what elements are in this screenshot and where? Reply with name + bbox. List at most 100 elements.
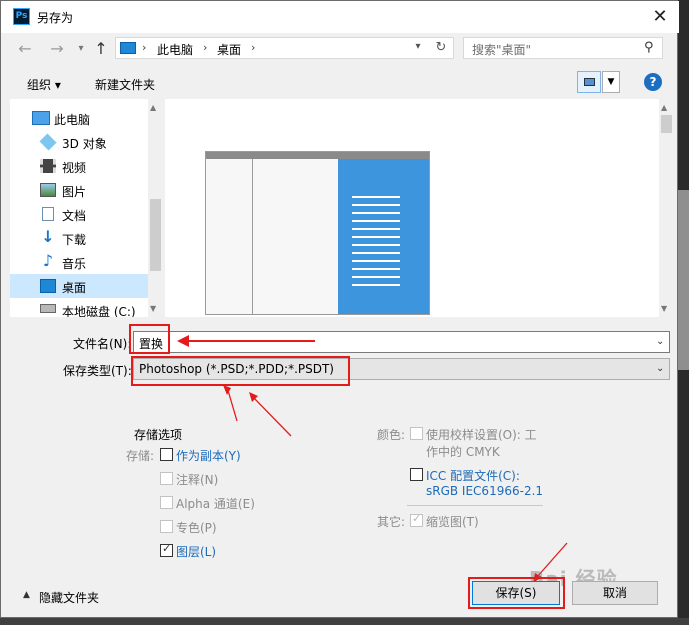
filename-label: 文件名(N): <box>73 337 132 351</box>
computer-icon <box>120 42 136 54</box>
breadcrumb-separator: › <box>203 41 208 54</box>
help-icon[interactable]: ? <box>644 73 662 91</box>
notes-label: 注释(N) <box>176 473 219 487</box>
view-icon <box>584 78 595 86</box>
desktop-icon <box>40 279 56 293</box>
cube-icon <box>39 133 57 151</box>
video-icon <box>40 159 56 173</box>
back-button[interactable]: ← <box>15 39 35 59</box>
scroll-down-icon[interactable]: ▼ <box>150 304 156 313</box>
file-list-area[interactable]: ▲ ▼ <box>165 99 674 317</box>
cancel-button[interactable]: 取消 <box>572 581 658 605</box>
search-box[interactable]: 搜索"桌面" ⚲ <box>463 37 663 59</box>
chevron-down-icon[interactable]: ⌄ <box>656 363 664 374</box>
sidebar-item-label: 桌面 <box>62 281 87 295</box>
spot-checkbox[interactable] <box>160 520 173 533</box>
forward-button[interactable]: → <box>47 39 67 59</box>
recent-dropdown-icon[interactable]: ▾ <box>71 39 91 59</box>
layers-checkbox[interactable] <box>160 542 173 557</box>
new-folder-button[interactable]: 新建文件夹 <box>95 76 155 93</box>
annotation-box <box>129 324 170 354</box>
chevron-down-icon[interactable]: ⌄ <box>656 336 664 347</box>
icc-profile-checkbox[interactable] <box>410 468 423 481</box>
address-bar[interactable]: › 此电脑 › 桌面 › ▾ ↻ <box>115 37 454 59</box>
address-dropdown-icon[interactable]: ▾ <box>410 41 426 52</box>
sidebar-item-3d-objects[interactable]: 3D 对象 <box>10 130 148 154</box>
save-as-dialog: Ps 另存为 ✕ ← → ▾ ↑ › 此电脑 › 桌面 › ▾ ↻ 搜索"桌面"… <box>0 0 679 618</box>
sidebar-item-label: 此电脑 <box>54 113 91 127</box>
picture-icon <box>40 183 56 197</box>
preview-lines <box>352 196 400 198</box>
other-label: 其它: <box>377 515 406 529</box>
icc-profile-label[interactable]: ICC 配置文件(C): <box>426 467 520 484</box>
scroll-up-icon[interactable]: ▲ <box>150 103 156 112</box>
color-label: 颜色: <box>377 428 406 442</box>
sidebar-item-desktop[interactable]: 桌面 <box>10 274 148 298</box>
thumbnail-label: 缩览图(T) <box>426 515 479 529</box>
sidebar-item-label: 文档 <box>62 209 87 223</box>
search-placeholder: 搜索"桌面" <box>472 43 532 57</box>
thumbnail-checkbox[interactable] <box>410 512 423 527</box>
options-divider <box>407 505 543 506</box>
desktop-preview-thumbnail <box>205 151 430 315</box>
as-copy-checkbox[interactable] <box>160 448 173 461</box>
scroll-up-icon[interactable]: ▲ <box>661 103 667 112</box>
background-taskbar <box>0 618 689 625</box>
annotation-arrow <box>187 340 315 342</box>
sidebar-item-this-pc[interactable]: 此电脑 <box>10 106 148 130</box>
breadcrumb-desktop[interactable]: 桌面 <box>217 41 241 58</box>
alpha-label: Alpha 通道(E) <box>176 497 255 511</box>
document-icon <box>42 207 54 221</box>
photoshop-icon: Ps <box>13 8 30 25</box>
sidebar-item-label: 视频 <box>62 161 87 175</box>
sidebar-item-music[interactable]: ♪ 音乐 <box>10 250 148 274</box>
sidebar-item-documents[interactable]: 文档 <box>10 202 148 226</box>
annotation-arrowhead <box>223 385 231 395</box>
alpha-checkbox[interactable] <box>160 496 173 509</box>
navigation-pane: 此电脑 3D 对象 视频 图片 文档 ↓ 下载 ♪ 音乐 桌面 本地磁盘 (C:… <box>10 99 163 317</box>
annotation-box <box>468 577 565 609</box>
computer-icon <box>32 111 50 125</box>
download-icon: ↓ <box>41 227 55 246</box>
scroll-down-icon[interactable]: ▼ <box>661 304 667 313</box>
storage-label: 存储: <box>126 449 155 463</box>
filename-input[interactable]: 置换 ⌄ <box>133 331 670 353</box>
view-options-dropdown[interactable]: ▼ <box>602 71 620 93</box>
chevron-up-icon[interactable]: ▲ <box>23 590 30 600</box>
sidebar-item-downloads[interactable]: ↓ 下载 <box>10 226 148 250</box>
up-button[interactable]: ↑ <box>91 39 111 59</box>
breadcrumb-separator: › <box>142 41 147 54</box>
spot-label: 专色(P) <box>176 521 217 535</box>
sidebar-item-label: 音乐 <box>62 257 87 271</box>
close-button[interactable]: ✕ <box>646 3 674 31</box>
annotation-arrows <box>223 385 292 437</box>
proof-setup-checkbox[interactable] <box>410 427 423 440</box>
sidebar-item-pictures[interactable]: 图片 <box>10 178 148 202</box>
breadcrumb-this-pc[interactable]: 此电脑 <box>157 41 193 58</box>
layers-label[interactable]: 图层(L) <box>176 543 216 560</box>
as-copy-label[interactable]: 作为副本(Y) <box>176 447 241 464</box>
search-icon[interactable]: ⚲ <box>644 40 654 55</box>
sidebar-item-label: 下载 <box>62 233 87 247</box>
change-view-button[interactable] <box>577 71 601 93</box>
music-icon: ♪ <box>42 251 54 270</box>
sidebar-item-videos[interactable]: 视频 <box>10 154 148 178</box>
sidebar-item-label: 本地磁盘 (C:) <box>62 305 136 317</box>
preview-title-bar <box>206 152 429 159</box>
breadcrumb-separator: › <box>251 41 256 54</box>
title-bar: Ps 另存为 ✕ <box>1 1 679 33</box>
hide-folders-button[interactable]: 隐藏文件夹 <box>39 589 99 606</box>
notes-checkbox[interactable] <box>160 472 173 485</box>
disk-icon <box>40 304 56 313</box>
save-options-header: 存储选项 <box>134 428 183 442</box>
file-list-scroll-thumb[interactable] <box>661 115 672 133</box>
icc-profile-value: sRGB IEC61966-2.1 <box>426 484 544 498</box>
refresh-icon[interactable]: ↻ <box>432 40 450 55</box>
sidebar-scroll-thumb[interactable] <box>150 199 161 271</box>
proof-setup-label: 使用校样设置(O): 工 <box>426 428 537 442</box>
sidebar-item-local-disk[interactable]: 本地磁盘 (C:) <box>10 298 148 317</box>
annotation-arrow-line <box>252 396 292 437</box>
dialog-title: 另存为 <box>37 11 74 25</box>
annotation-arrowhead <box>177 335 189 347</box>
organize-menu[interactable]: 组织 ▾ <box>27 76 61 93</box>
